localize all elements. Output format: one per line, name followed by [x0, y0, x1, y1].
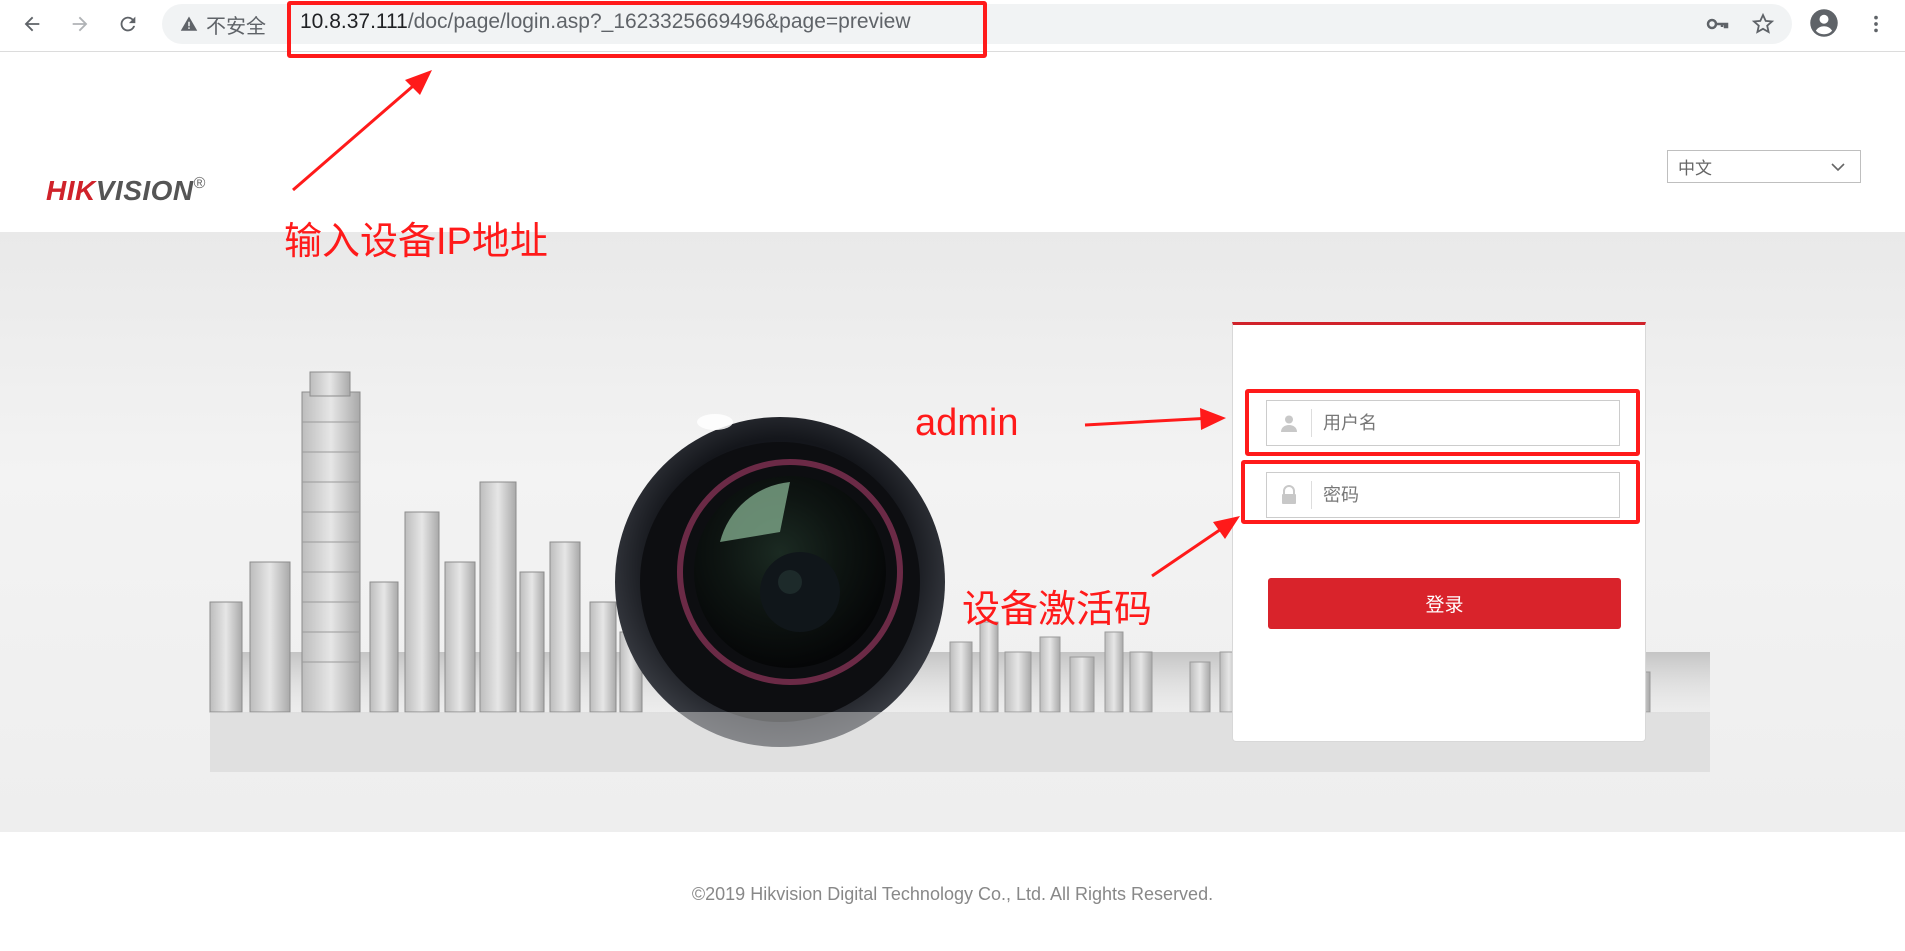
language-selected: 中文 — [1678, 159, 1712, 178]
account-icon — [1810, 9, 1838, 37]
security-indicator[interactable]: 不安全 — [180, 11, 266, 38]
more-vert-icon — [1874, 15, 1878, 33]
login-panel: 登录 — [1232, 322, 1646, 742]
arrow-left-icon — [24, 16, 40, 32]
warning-icon — [180, 16, 198, 31]
arrow-right-icon — [72, 16, 88, 32]
bookmark-button[interactable] — [1748, 9, 1778, 39]
profile-button[interactable] — [1808, 7, 1840, 39]
username-highlight-box — [1245, 389, 1640, 456]
url-highlight-box — [287, 1, 987, 58]
reload-icon — [120, 16, 136, 32]
forward-button[interactable] — [64, 8, 96, 40]
chevron-down-icon — [1831, 163, 1845, 172]
security-label: 不安全 — [206, 15, 266, 38]
reload-button[interactable] — [112, 8, 144, 40]
registered-mark: ® — [193, 175, 206, 192]
ip-hint-label: 输入设备IP地址 — [284, 221, 548, 263]
password-hint-label: 设备激活码 — [962, 589, 1153, 631]
login-button[interactable]: 登录 — [1268, 578, 1621, 629]
hikvision-logo: HIKVISION® — [46, 175, 206, 207]
page-footer: ©2019 Hikvision Digital Technology Co., … — [0, 832, 1905, 951]
key-icon — [1706, 18, 1729, 30]
browser-menu-button[interactable] — [1860, 8, 1892, 40]
back-button[interactable] — [16, 8, 48, 40]
page-header — [0, 52, 1905, 232]
password-key-button[interactable] — [1702, 9, 1732, 39]
copyright-text: ©2019 Hikvision Digital Technology Co., … — [691, 884, 1214, 904]
language-select[interactable]: 中文 — [1667, 150, 1861, 183]
star-icon — [1751, 12, 1775, 34]
logo-text-gray: VISION — [95, 175, 194, 206]
username-hint-label: admin — [915, 402, 1019, 444]
password-highlight-box — [1241, 460, 1640, 524]
logo-text-red: HIK — [46, 175, 96, 206]
